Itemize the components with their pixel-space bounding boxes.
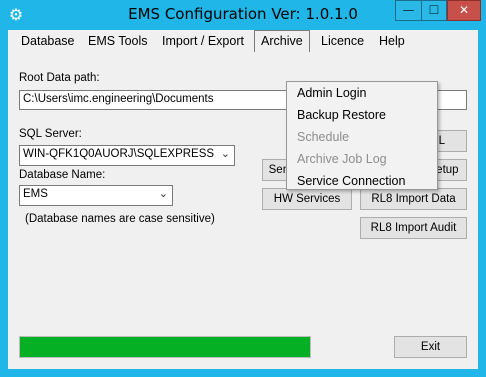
menu-bar: Database EMS Tools Import / Export Archi… [8, 30, 478, 52]
rl8-import-data-button[interactable]: RL8 Import Data [360, 188, 467, 210]
archive-menu-dropdown: Admin Login Backup Restore Schedule Arch… [286, 81, 438, 190]
menu-ems-tools[interactable]: EMS Tools [82, 30, 154, 52]
app-window: ⚙ EMS Configuration Ver: 1.0.1.0 — ☐ ✕ D… [0, 0, 486, 377]
rl8-import-audit-button[interactable]: RL8 Import Audit [360, 217, 467, 239]
client-area: Database EMS Tools Import / Export Archi… [8, 30, 478, 369]
menu-service-connection[interactable]: Service Connection [297, 171, 405, 191]
menu-archive-job-log: Archive Job Log [297, 152, 387, 166]
chevron-down-icon: ⌄ [158, 188, 168, 200]
menu-import-export[interactable]: Import / Export [156, 30, 250, 52]
sql-server-select[interactable]: WIN-QFK1Q0AUORJ\SQLEXPRESS ⌄ [19, 145, 235, 166]
progress-bar [19, 336, 311, 358]
menu-archive[interactable]: Archive [254, 30, 310, 52]
close-button[interactable]: ✕ [447, 0, 481, 21]
db-name-value: EMS [23, 188, 48, 200]
title-bar[interactable]: ⚙ EMS Configuration Ver: 1.0.1.0 — ☐ ✕ [0, 0, 486, 30]
menu-schedule: Schedule [297, 130, 350, 144]
menu-admin-login[interactable]: Admin Login [297, 83, 367, 103]
hw-services-button[interactable]: HW Services [262, 188, 352, 210]
menu-licence[interactable]: Licence [315, 30, 370, 52]
menu-help[interactable]: Help [373, 30, 411, 52]
root-path-label: Root Data path: [19, 72, 100, 84]
maximize-button[interactable]: ☐ [421, 0, 447, 21]
chevron-down-icon: ⌄ [220, 148, 230, 160]
menu-database[interactable]: Database [15, 30, 81, 52]
db-name-select[interactable]: EMS ⌄ [19, 185, 173, 206]
db-note: (Database names are case sensitive) [25, 213, 215, 225]
menu-backup-restore[interactable]: Backup Restore [297, 105, 386, 125]
db-name-label: Database Name: [19, 169, 106, 181]
sql-server-label: SQL Server: [19, 128, 82, 140]
sql-server-value: WIN-QFK1Q0AUORJ\SQLEXPRESS [23, 148, 215, 160]
minimize-button[interactable]: — [395, 0, 421, 21]
progress-fill [20, 337, 310, 357]
exit-button[interactable]: Exit [394, 336, 467, 358]
